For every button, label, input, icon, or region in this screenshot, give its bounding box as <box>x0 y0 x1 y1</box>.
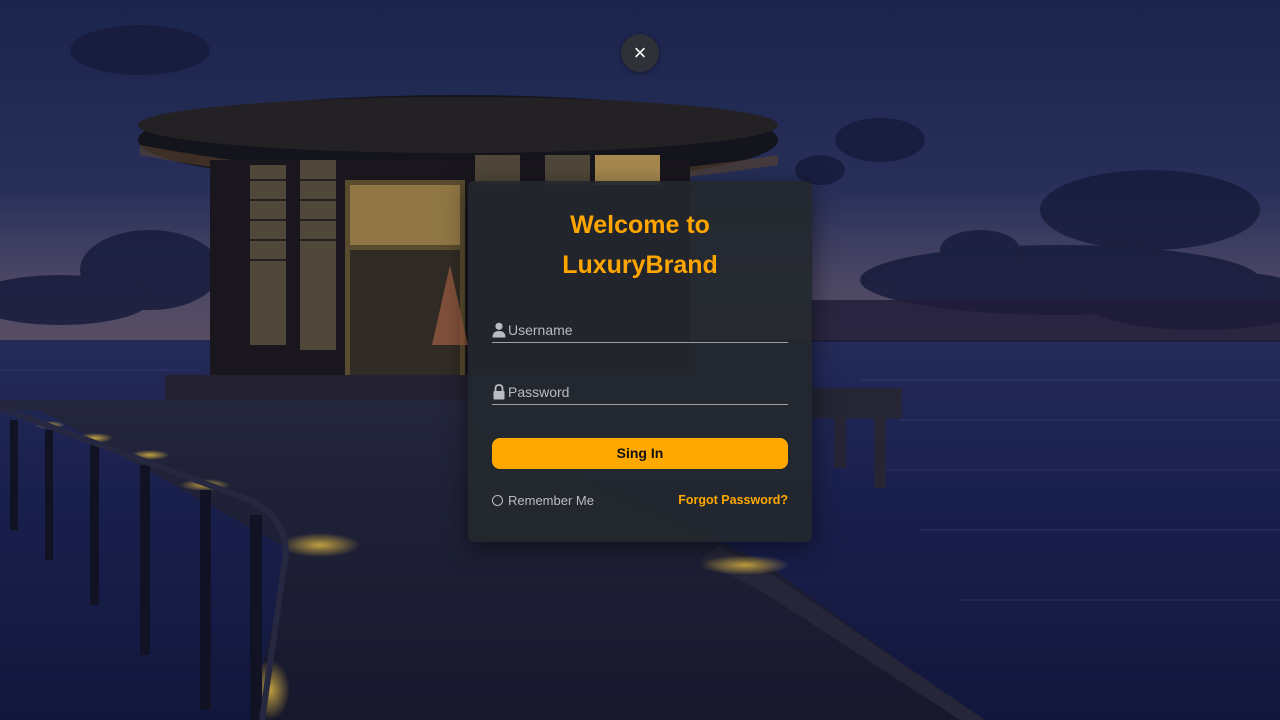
forgot-password-link[interactable]: Forgot Password? <box>678 492 788 508</box>
remember-me-radio-circle[interactable] <box>492 494 503 506</box>
remember-me-label: Remember Me <box>508 492 594 508</box>
sign-in-button[interactable]: Sing In <box>492 438 788 469</box>
background-scene: × Welcome to LuxuryBrand Sing In Remembe… <box>0 0 1280 720</box>
lock-icon <box>493 384 505 400</box>
title-line-brand: LuxuryBrand <box>562 251 718 279</box>
remember-me-checkbox[interactable]: Remember Me <box>492 492 594 508</box>
username-input[interactable] <box>508 318 784 342</box>
close-button[interactable]: × <box>621 34 659 72</box>
modal-title: Welcome to LuxuryBrand <box>468 205 812 285</box>
username-field[interactable] <box>492 318 788 343</box>
login-modal: Welcome to LuxuryBrand Sing In Remember … <box>468 181 812 542</box>
password-input[interactable] <box>508 380 784 404</box>
user-icon <box>492 322 506 338</box>
title-line-welcome: Welcome to <box>570 211 710 239</box>
close-icon: × <box>633 40 647 65</box>
password-field[interactable] <box>492 380 788 405</box>
